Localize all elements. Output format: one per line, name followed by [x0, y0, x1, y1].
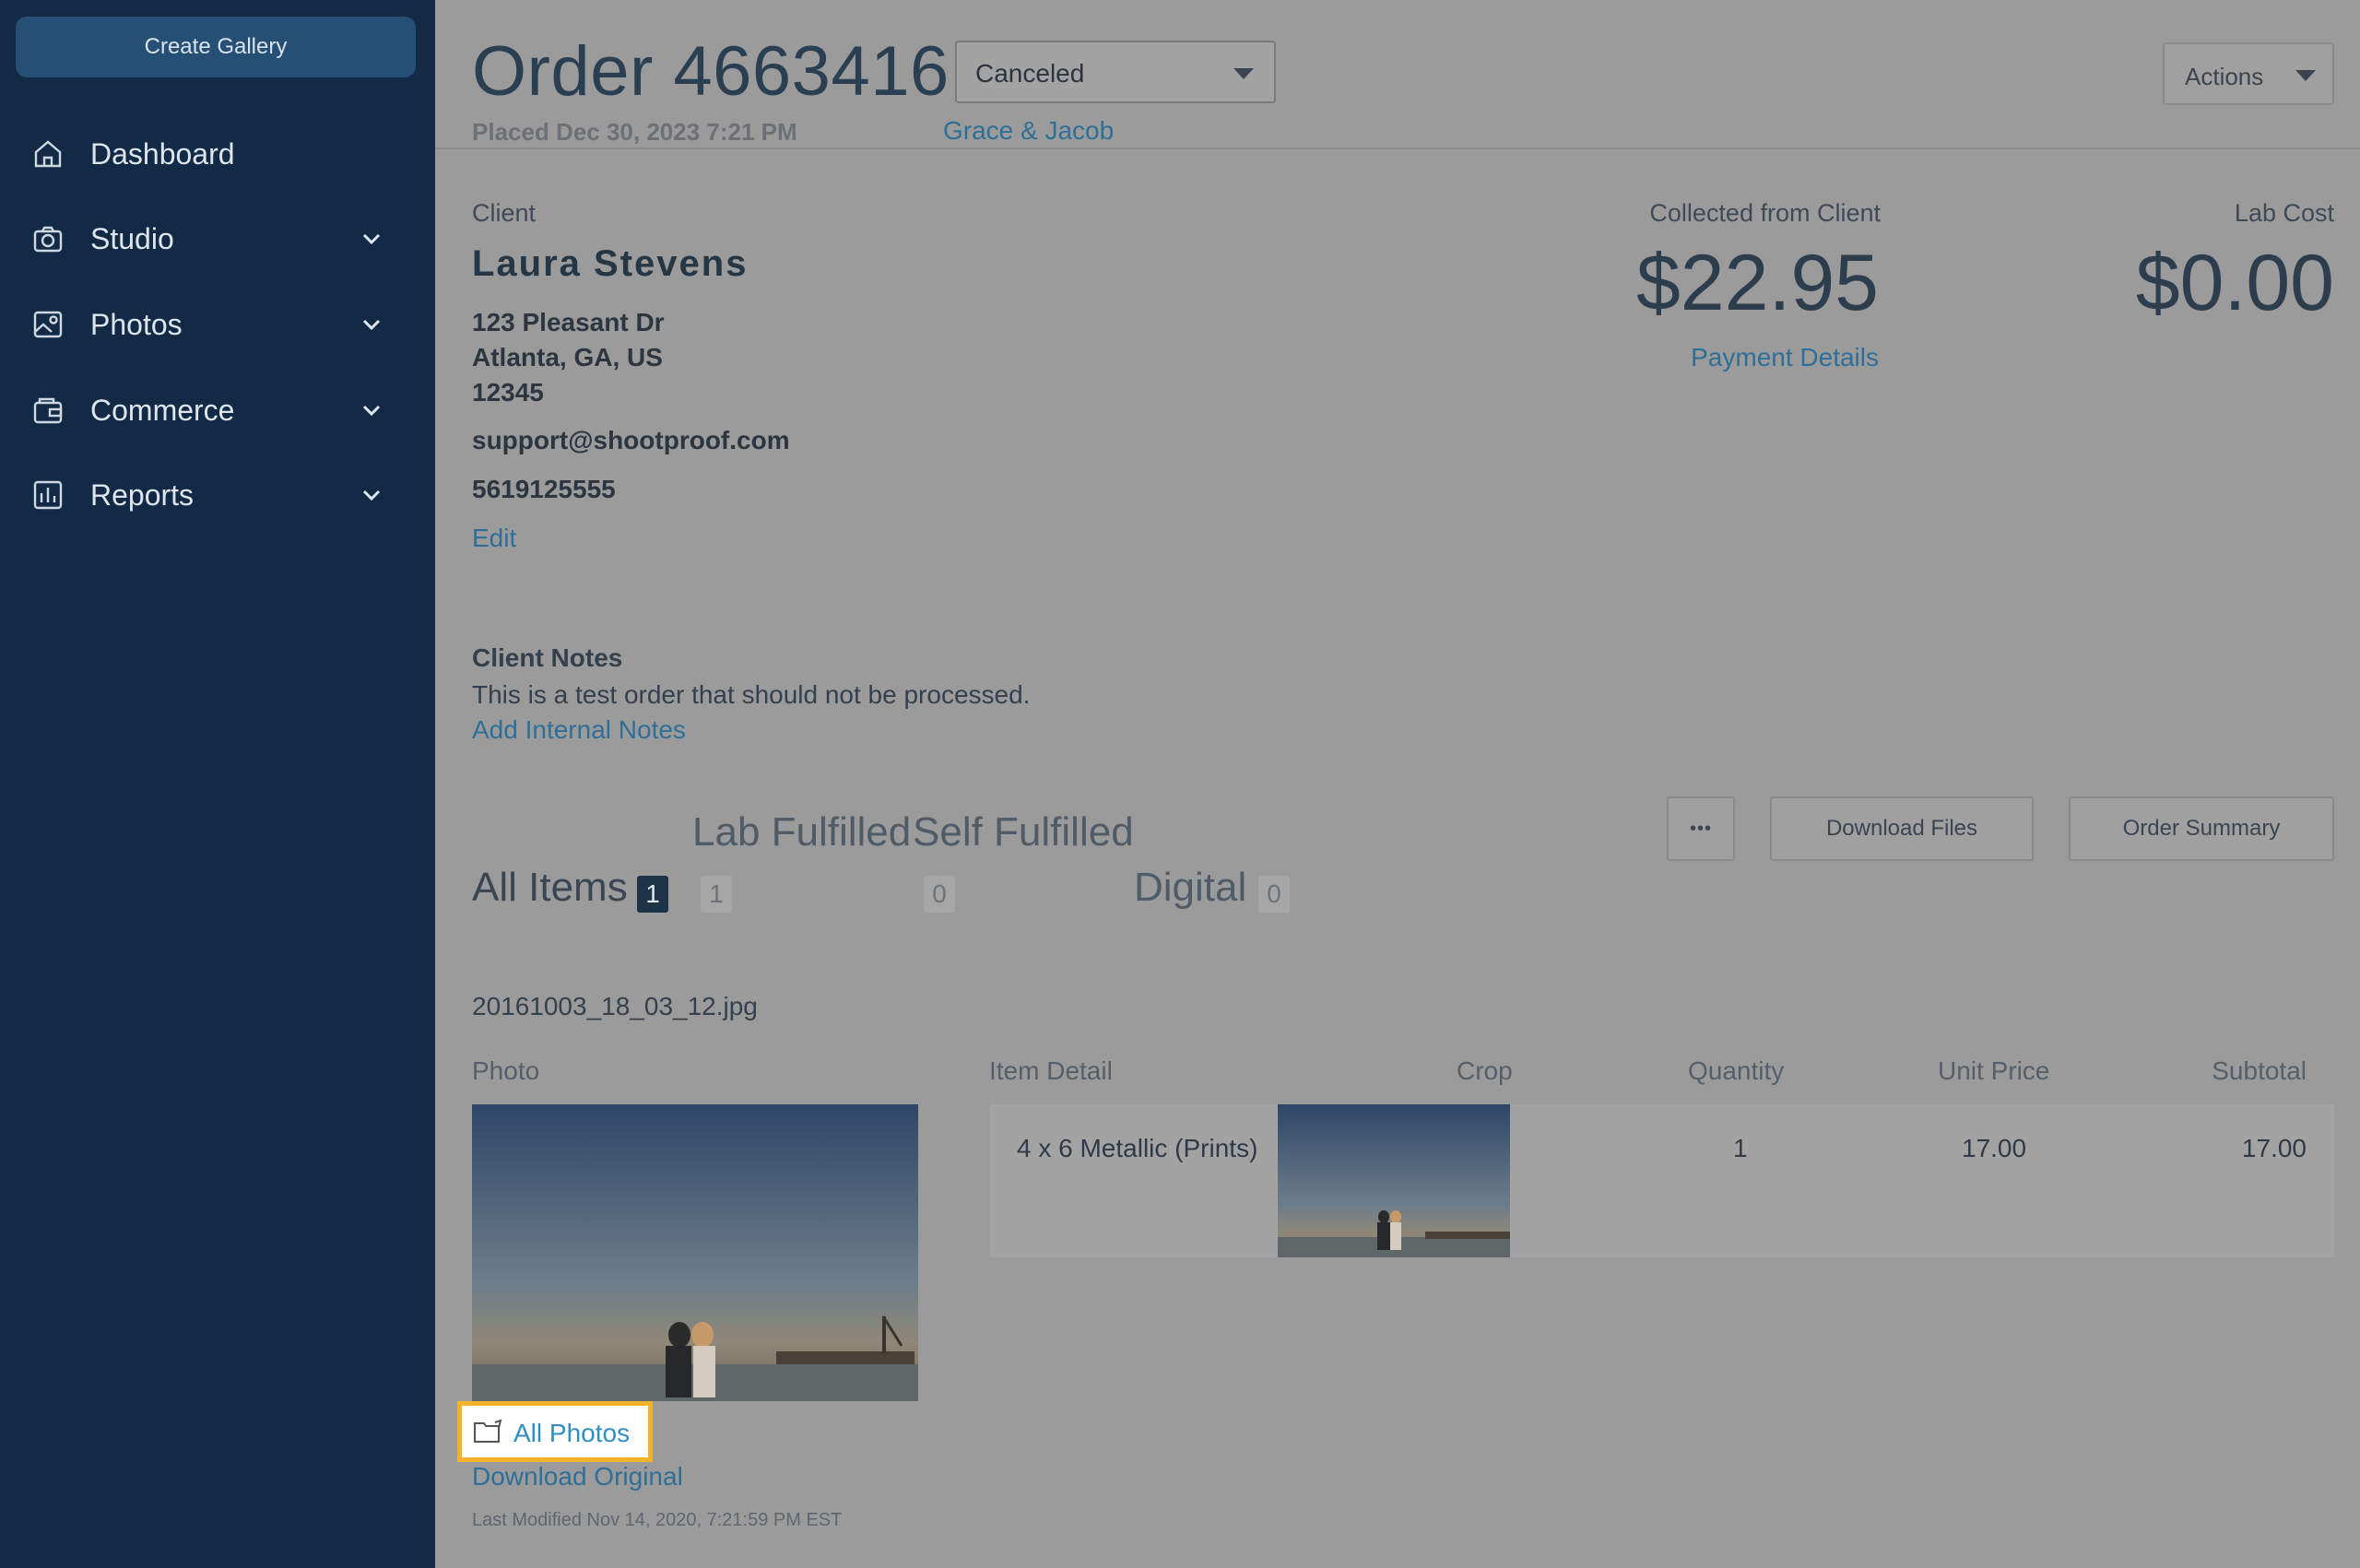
couple-photo-image — [472, 1104, 918, 1401]
download-files-button[interactable]: Download Files — [1770, 796, 2034, 861]
sidebar-item-studio[interactable]: Studio — [0, 202, 435, 276]
client-name: Laura Stevens — [472, 243, 749, 284]
home-icon — [34, 140, 62, 168]
column-subtotal: Subtotal — [2212, 1056, 2307, 1085]
bar-chart-icon — [33, 480, 63, 510]
collected-amount: $22.95 — [1635, 239, 1879, 327]
sidebar-item-label: Studio — [90, 221, 174, 255]
column-photo: Photo — [472, 1056, 540, 1085]
status-value: Canceled — [975, 59, 1085, 88]
address-zip: 12345 — [472, 378, 544, 407]
item-subtotal: 17.00 — [2241, 1134, 2307, 1162]
all-photos-link[interactable]: All Photos — [457, 1401, 653, 1462]
lab-cost-amount: $0.00 — [2135, 239, 2334, 327]
last-modified: Last Modified Nov 14, 2020, 7:21:59 PM E… — [472, 1510, 843, 1530]
sidebar-item-label: Reports — [90, 477, 195, 512]
item-unit-price: 17.00 — [1962, 1134, 2027, 1162]
sidebar-item-photos[interactable]: Photos — [0, 288, 435, 361]
client-phone: 5619125555 — [472, 475, 616, 503]
item-quantity: 1 — [1733, 1134, 1748, 1162]
payment-details-link[interactable]: Payment Details — [1691, 343, 1879, 372]
chevron-down-icon[interactable] — [358, 396, 385, 424]
actions-label: Actions — [2185, 63, 2264, 90]
order-detail-panel: Order 4663416 Canceled Placed Dec 30, 20… — [435, 0, 2360, 1568]
order-summary-button[interactable]: Order Summary — [2069, 796, 2334, 861]
table-row — [990, 1104, 2334, 1257]
gallery-link[interactable]: Grace & Jacob — [943, 116, 1114, 146]
chevron-down-icon[interactable] — [358, 481, 385, 509]
client-notes-text: This is a test order that should not be … — [472, 680, 1031, 709]
camera-icon — [33, 226, 63, 253]
tab-self-fulfilled[interactable]: Self Fulfilled — [913, 809, 1134, 855]
all-items-count: 1 — [637, 876, 668, 913]
sidebar: Create Gallery Dashboard Studio Photos C… — [0, 0, 435, 1568]
tab-lab-fulfilled[interactable]: Lab Fulfilled — [692, 809, 911, 855]
item-detail: 4 x 6 Metallic (Prints) — [1017, 1134, 1258, 1162]
header-divider — [435, 147, 2360, 149]
sidebar-item-label: Photos — [90, 307, 183, 341]
column-crop: Crop — [1457, 1056, 1513, 1085]
actions-dropdown[interactable]: Actions — [2163, 42, 2334, 105]
add-internal-notes-link[interactable]: Add Internal Notes — [472, 715, 686, 745]
sidebar-item-dashboard[interactable]: Dashboard — [0, 117, 435, 191]
photo-icon — [33, 311, 63, 338]
caret-down-icon — [1233, 68, 1254, 79]
lab-fulfilled-count: 1 — [701, 876, 732, 913]
collected-label: Collected from Client — [1649, 199, 1881, 227]
sidebar-item-label: Dashboard — [90, 136, 235, 171]
chevron-down-icon[interactable] — [358, 311, 385, 338]
item-photo[interactable] — [472, 1104, 918, 1401]
tab-digital[interactable]: Digital — [1134, 865, 1246, 911]
edit-client-link[interactable]: Edit — [472, 524, 516, 553]
address-line1: 123 Pleasant Dr — [472, 308, 665, 336]
tab-all-items[interactable]: All Items — [472, 865, 628, 911]
client-notes-title: Client Notes — [472, 643, 623, 672]
address-line2: Atlanta, GA, US — [472, 343, 663, 371]
column-unit-price: Unit Price — [1938, 1056, 2050, 1085]
chevron-down-icon[interactable] — [358, 225, 385, 253]
crop-preview-image — [1278, 1104, 1510, 1257]
self-fulfilled-count: 0 — [924, 876, 955, 913]
sidebar-item-commerce[interactable]: Commerce — [0, 373, 435, 447]
client-label: Client — [472, 199, 537, 227]
crop-thumbnail[interactable] — [1278, 1104, 1510, 1257]
lab-cost-label: Lab Cost — [2234, 199, 2334, 227]
caret-down-icon — [2295, 70, 2316, 81]
column-quantity: Quantity — [1688, 1056, 1785, 1085]
page-title: Order 4663416 — [472, 32, 950, 111]
client-email: support@shootproof.com — [472, 426, 790, 454]
wallet-icon — [33, 397, 63, 424]
item-filename: 20161003_18_03_12.jpg — [472, 992, 758, 1020]
digital-count: 0 — [1258, 876, 1290, 913]
download-original-link[interactable]: Download Original — [472, 1462, 683, 1491]
sidebar-item-reports[interactable]: Reports — [0, 458, 435, 532]
folder-icon — [474, 1419, 502, 1443]
create-gallery-button[interactable]: Create Gallery — [16, 17, 416, 77]
all-photos-label: All Photos — [513, 1419, 631, 1447]
column-item-detail: Item Detail — [989, 1056, 1113, 1085]
more-options-button[interactable]: ••• — [1667, 796, 1735, 861]
order-status-select[interactable]: Canceled — [955, 41, 1276, 103]
placed-date: Placed Dec 30, 2023 7:21 PM — [472, 118, 797, 146]
sidebar-item-label: Commerce — [90, 393, 235, 427]
